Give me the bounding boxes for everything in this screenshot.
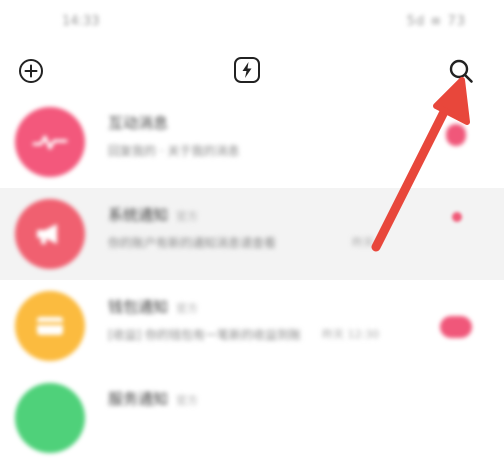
plus-circle-icon[interactable] bbox=[16, 56, 46, 86]
unread-badge bbox=[440, 316, 472, 338]
megaphone-icon bbox=[15, 199, 85, 269]
official-tag: 官方 bbox=[176, 394, 199, 407]
lightning-bolt-icon[interactable] bbox=[231, 54, 263, 86]
list-item[interactable]: 钱包通知 官方 [收益] 你的钱包有一笔新的收益到账 昨天 12:30 bbox=[0, 280, 504, 372]
list-item-title: 服务通知 官方 bbox=[108, 390, 199, 408]
list-item-subtitle: [收益] 你的钱包有一笔新的收益到账 bbox=[108, 328, 302, 342]
status-time: 14:33 bbox=[62, 14, 100, 29]
status-bar: 14:33 5d ≡ 73 bbox=[0, 0, 504, 46]
wallet-icon bbox=[15, 291, 85, 361]
service-icon bbox=[15, 383, 85, 453]
list-item[interactable]: 系统通知 官方 你的账户有新的通知消息请查看 昨天 bbox=[0, 188, 504, 280]
unread-badge bbox=[446, 124, 466, 146]
official-tag: 官方 bbox=[176, 210, 199, 223]
unread-dot bbox=[452, 212, 462, 222]
list-item[interactable]: 服务通知 官方 bbox=[0, 372, 504, 464]
list-item-subtitle: 你的账户有新的通知消息请查看 bbox=[108, 236, 277, 250]
search-icon[interactable] bbox=[444, 54, 478, 88]
list-item-title: 钱包通知 官方 bbox=[108, 298, 199, 316]
heartbeat-icon bbox=[15, 107, 85, 177]
list-item-time: 昨天 12:30 bbox=[322, 328, 380, 341]
list-item-title: 互动消息 bbox=[108, 114, 169, 132]
list-item-time: 昨天 bbox=[352, 236, 374, 249]
list-item-title: 系统通知 官方 bbox=[108, 206, 199, 224]
status-indicators: 5d ≡ 73 bbox=[406, 14, 466, 29]
top-toolbar bbox=[0, 46, 504, 96]
list-item-subtitle: 回复我的 · 关于我的消息 bbox=[108, 144, 240, 158]
official-tag: 官方 bbox=[176, 302, 199, 315]
message-list: 互动消息 回复我的 · 关于我的消息 系统通知 官方 你的账户有新的通知消息请查看… bbox=[0, 96, 504, 464]
list-item[interactable]: 互动消息 回复我的 · 关于我的消息 bbox=[0, 96, 504, 188]
